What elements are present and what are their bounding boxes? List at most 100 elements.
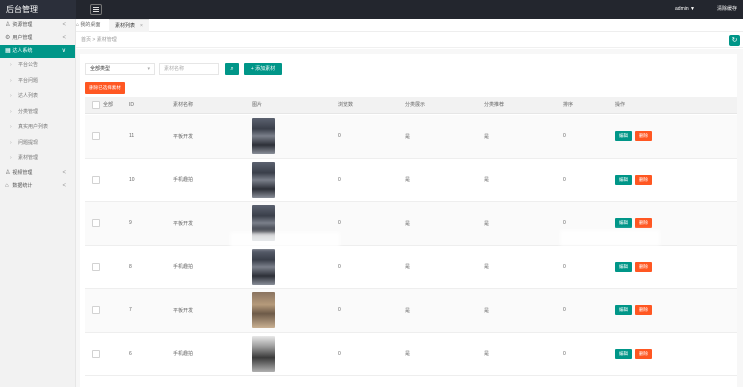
clear-cache-link[interactable]: 清除缓存: [717, 0, 737, 19]
type-select[interactable]: 全部类型 ▾: [85, 63, 155, 75]
column-category-recommend: 分类推荐: [484, 102, 505, 108]
row-checkbox[interactable]: [92, 175, 100, 184]
search-input[interactable]: 素材名称: [159, 63, 219, 75]
cell-views: 0: [338, 176, 341, 183]
sidebar-subitem-categories[interactable]: › 分类管理: [0, 105, 75, 121]
close-icon[interactable]: ×: [140, 23, 143, 29]
cell-category-recommend: 是: [484, 220, 490, 227]
menu-toggle-icon[interactable]: [90, 4, 102, 15]
edit-button[interactable]: 编辑: [615, 131, 632, 142]
top-header: 后台管理 admin ▼ 清除缓存: [0, 0, 743, 19]
cell-select: [92, 246, 100, 289]
brand-logo[interactable]: 后台管理: [0, 0, 76, 19]
cell-select: [92, 289, 100, 332]
sidebar-item-resources[interactable]: ♙ 资源管理 <: [0, 19, 75, 32]
sidebar-item-talent-system[interactable]: ▦ 达人系统 ∨: [0, 45, 75, 58]
edit-button[interactable]: 编辑: [615, 261, 632, 272]
cell-views: 0: [338, 307, 341, 314]
add-material-button[interactable]: + 添加素材: [244, 63, 282, 75]
material-thumbnail[interactable]: [252, 161, 275, 198]
row-checkbox[interactable]: [92, 306, 100, 315]
delete-button[interactable]: 删除: [635, 305, 652, 316]
user-menu[interactable]: admin ▼: [675, 0, 695, 19]
bullet-icon: ›: [10, 139, 12, 146]
row-checkbox[interactable]: [92, 349, 100, 358]
cell-actions: 编辑 删除: [615, 289, 652, 332]
cell-image: [252, 333, 275, 376]
sidebar-subitem-withdrawals[interactable]: › 问题提现: [0, 136, 75, 152]
search-icon: ⌕: [230, 66, 234, 72]
delete-button[interactable]: 删除: [635, 348, 652, 359]
bullet-icon: ›: [10, 124, 12, 130]
sidebar-subitem-materials[interactable]: › 素材管理: [0, 151, 75, 167]
chevron-left-icon: <: [62, 169, 66, 176]
cell-views: 0: [338, 133, 341, 140]
select-all-checkbox[interactable]: [92, 100, 100, 109]
edit-button[interactable]: 编辑: [615, 348, 632, 359]
main-content: 全部类型 ▾ 素材名称 ⌕ + 添加素材 删除已选择素材 全部 ID 素材名称 …: [76, 49, 743, 387]
cell-category-show: 是: [405, 264, 411, 271]
cell-category-recommend: 是: [484, 307, 490, 314]
sidebar-subitem-issues[interactable]: › 平台问题: [0, 74, 75, 90]
tab-material-list[interactable]: 素材列表 ×: [109, 19, 149, 32]
refresh-icon: ↻: [731, 37, 738, 44]
delete-button[interactable]: 删除: [635, 218, 652, 229]
material-card: 全部类型 ▾ 素材名称 ⌕ + 添加素材 删除已选择素材 全部 ID 素材名称 …: [80, 54, 737, 387]
sidebar-item-videos[interactable]: ♙ 视频管理 <: [0, 167, 75, 180]
gear-icon: ⚙: [5, 35, 11, 41]
edit-button[interactable]: 编辑: [615, 174, 632, 185]
sidebar-item-label: 用户管理: [12, 35, 33, 41]
sidebar-subitem-real-users[interactable]: › 真实用户列表: [0, 120, 75, 136]
cell-actions: 编辑 删除: [615, 159, 652, 202]
cell-actions: 编辑 删除: [615, 333, 652, 376]
table-row: 11 平板开发 0 是 是 0 编辑 删除: [85, 115, 737, 159]
column-views: 浏览数: [338, 102, 354, 108]
search-button[interactable]: ⌕: [225, 63, 239, 75]
chevron-left-icon: <: [62, 35, 66, 41]
cell-select: [92, 202, 100, 245]
cell-category-recommend: 是: [484, 133, 490, 140]
cell-sort: 0: [563, 263, 566, 270]
cell-category-show: 是: [405, 307, 411, 314]
column-id: ID: [129, 102, 134, 108]
chevron-left-icon: <: [62, 22, 66, 28]
edit-button[interactable]: 编辑: [615, 305, 632, 316]
cell-select: [92, 333, 100, 376]
sidebar-item-statistics[interactable]: ⌂ 数据统计 <: [0, 180, 75, 193]
bullet-icon: ›: [10, 93, 12, 99]
cell-category-show: 是: [405, 133, 411, 140]
cell-select: [92, 159, 100, 202]
delete-button[interactable]: 删除: [635, 261, 652, 272]
row-checkbox[interactable]: [92, 262, 100, 271]
delete-button[interactable]: 删除: [635, 174, 652, 185]
delete-button[interactable]: 删除: [635, 131, 652, 142]
refresh-button[interactable]: ↻: [729, 35, 740, 46]
cell-image: [252, 115, 275, 158]
cell-id: 11: [129, 133, 135, 140]
column-sort: 排序: [563, 102, 574, 108]
bullet-icon: ›: [10, 62, 12, 68]
material-thumbnail[interactable]: [252, 292, 275, 329]
column-select-all[interactable]: 全部: [92, 97, 113, 114]
sidebar-subitem-talent-list[interactable]: › 达人列表: [0, 89, 75, 105]
cell-id: 6: [129, 350, 132, 357]
cell-name: 平板开发: [173, 220, 194, 227]
sidebar-subitem-announcements[interactable]: › 平台公告: [0, 58, 75, 74]
chevron-down-icon: ▾: [147, 66, 150, 72]
material-thumbnail[interactable]: [252, 118, 275, 155]
bullet-icon: ›: [10, 77, 12, 84]
material-thumbnail[interactable]: [252, 335, 275, 372]
edit-button[interactable]: 编辑: [615, 218, 632, 229]
batch-delete-button[interactable]: 删除已选择素材: [85, 82, 125, 94]
row-checkbox[interactable]: [92, 132, 100, 141]
material-thumbnail[interactable]: [252, 248, 275, 285]
grid-icon: ▦: [5, 48, 11, 54]
tab-home[interactable]: ⌂ 我的桌面: [76, 19, 100, 32]
cell-id: 10: [129, 176, 135, 183]
sidebar-item-users[interactable]: ⚙ 用户管理 <: [0, 32, 75, 45]
cell-sort: 0: [563, 176, 566, 183]
row-checkbox[interactable]: [92, 219, 100, 228]
cell-actions: 编辑 删除: [615, 246, 652, 289]
bullet-icon: ›: [10, 155, 12, 161]
tab-bar: ⌂ 我的桌面 素材列表 ×: [76, 19, 743, 32]
